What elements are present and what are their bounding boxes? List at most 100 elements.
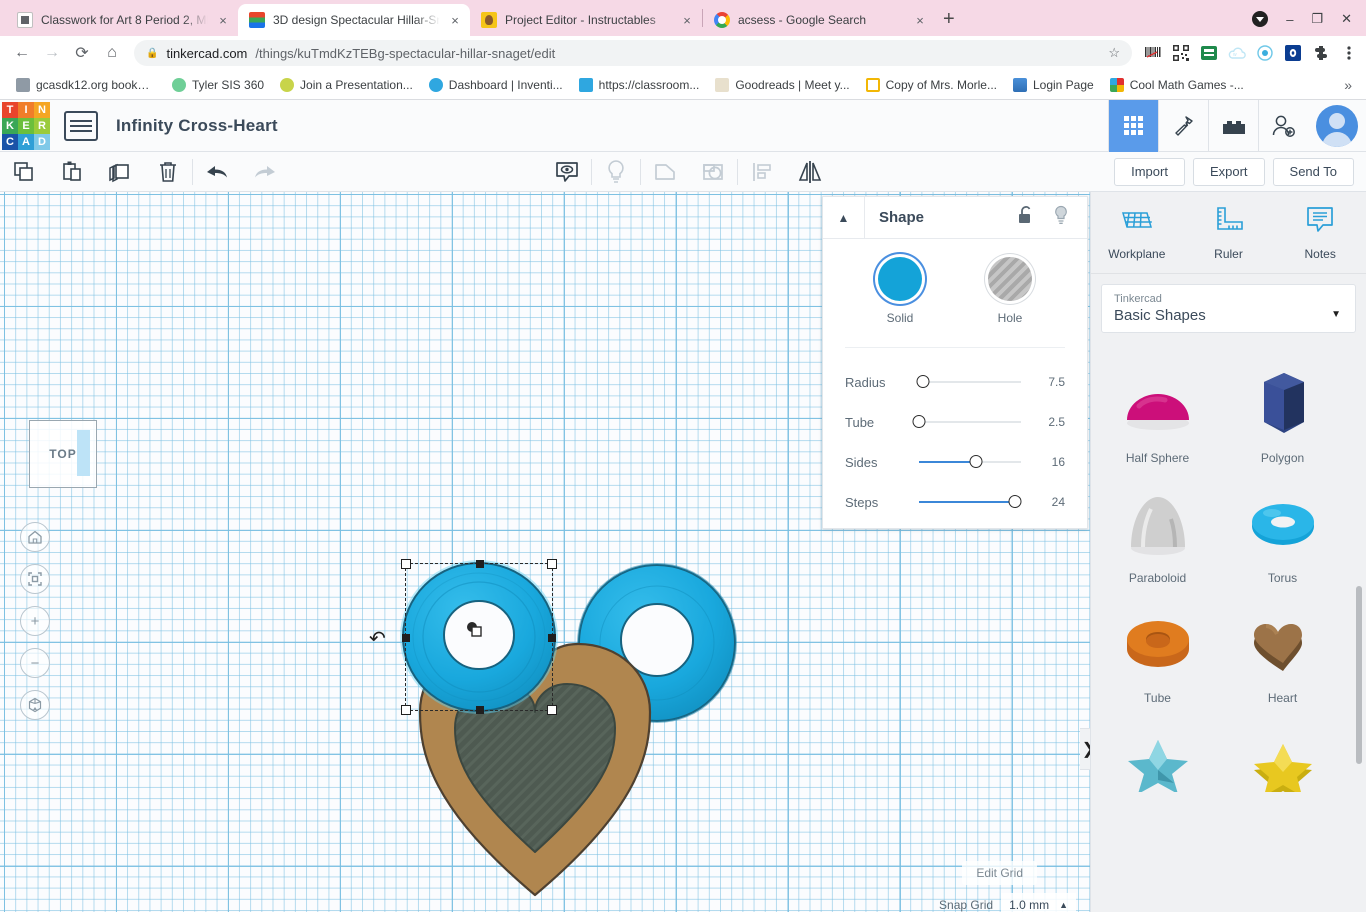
snap-grid-select[interactable]: 1.0 mm ▲ bbox=[1001, 893, 1076, 912]
light-bulb-icon[interactable] bbox=[1053, 205, 1069, 230]
bookmark-item[interactable]: https://classroom... bbox=[571, 75, 708, 95]
hole-mode[interactable]: Hole bbox=[988, 257, 1032, 325]
object-center-handle[interactable] bbox=[466, 621, 484, 639]
sidebar-item-notes[interactable]: Notes bbox=[1274, 192, 1366, 273]
tube-slider-knob[interactable] bbox=[913, 415, 926, 428]
qr-code-icon[interactable] bbox=[1172, 44, 1190, 62]
barcode-icon[interactable] bbox=[1144, 44, 1162, 62]
edit-grid-button[interactable]: Edit Grid bbox=[962, 861, 1037, 885]
steps-slider-knob[interactable] bbox=[1008, 495, 1021, 508]
tube-slider[interactable] bbox=[919, 421, 1021, 423]
tube-value[interactable]: 2.5 bbox=[1031, 415, 1065, 429]
steps-slider[interactable] bbox=[919, 501, 1021, 503]
align-icon[interactable] bbox=[738, 152, 786, 192]
resize-handle-tr[interactable] bbox=[547, 559, 557, 569]
design-canvas[interactable]: TOP + − bbox=[0, 192, 1090, 912]
resize-handle-br[interactable] bbox=[547, 705, 557, 715]
bookmark-item[interactable]: Goodreads | Meet y... bbox=[707, 75, 857, 95]
green-doc-icon[interactable] bbox=[1200, 44, 1218, 62]
minimize-button[interactable]: – bbox=[1286, 12, 1293, 27]
record-icon[interactable] bbox=[1256, 44, 1274, 62]
bookmark-item[interactable]: Tyler SIS 360 bbox=[164, 75, 272, 95]
cloud-icon[interactable]: w bbox=[1228, 44, 1246, 62]
ungroup-icon[interactable] bbox=[689, 152, 737, 192]
tab-close-icon[interactable]: × bbox=[216, 13, 230, 28]
export-button[interactable]: Export bbox=[1193, 158, 1265, 186]
shape-polygon[interactable]: Polygon bbox=[1220, 351, 1345, 471]
tab-close-icon[interactable]: × bbox=[448, 13, 462, 28]
new-tab-button[interactable]: + bbox=[943, 8, 955, 31]
project-list-icon[interactable] bbox=[64, 111, 98, 141]
grid-icon[interactable] bbox=[1108, 100, 1158, 152]
collapse-panel-button[interactable]: ▲ bbox=[823, 197, 865, 239]
show-hide-icon[interactable] bbox=[543, 152, 591, 192]
shape-tube[interactable]: Tube bbox=[1095, 591, 1220, 711]
rotate-handle[interactable]: ↷ bbox=[369, 626, 386, 651]
chevron-down-icon[interactable] bbox=[1252, 11, 1268, 27]
shape-star-teal[interactable] bbox=[1095, 711, 1220, 817]
back-button[interactable]: ← bbox=[8, 39, 36, 67]
avatar[interactable] bbox=[1316, 105, 1358, 147]
paste-icon[interactable] bbox=[48, 152, 96, 192]
bookmark-item[interactable]: Login Page bbox=[1005, 75, 1102, 95]
reload-button[interactable]: ⟳ bbox=[68, 39, 96, 67]
sidebar-item-ruler[interactable]: Ruler bbox=[1183, 192, 1275, 273]
sides-slider-knob[interactable] bbox=[970, 455, 983, 468]
sides-value[interactable]: 16 bbox=[1031, 455, 1065, 469]
resize-handle-bl[interactable] bbox=[401, 705, 411, 715]
address-bar[interactable]: 🔒 tinkercad.com/things/kuTmdKzTEBg-spect… bbox=[134, 40, 1132, 66]
add-user-icon[interactable] bbox=[1258, 100, 1308, 152]
home-button[interactable]: ⌂ bbox=[98, 39, 126, 67]
mirror-icon[interactable] bbox=[786, 152, 834, 192]
solid-mode[interactable]: Solid bbox=[878, 257, 922, 325]
bookmark-item[interactable]: Join a Presentation... bbox=[272, 75, 421, 95]
light-bulb-icon[interactable] bbox=[592, 152, 640, 192]
shape-torus[interactable]: Torus bbox=[1220, 471, 1345, 591]
hole-pattern-swatch[interactable] bbox=[988, 257, 1032, 301]
bookmark-item[interactable]: Copy of Mrs. Morle... bbox=[858, 75, 1005, 95]
resize-handle-left[interactable] bbox=[402, 634, 410, 642]
resize-handle-tl[interactable] bbox=[401, 559, 411, 569]
resize-handle-top[interactable] bbox=[476, 560, 484, 568]
bookmark-item[interactable]: Cool Math Games -... bbox=[1102, 75, 1252, 95]
browser-tab-1[interactable]: 3D design Spectacular Hillar-Sna × bbox=[238, 4, 470, 36]
undo-icon[interactable] bbox=[193, 152, 241, 192]
maximize-button[interactable]: ❐ bbox=[1311, 11, 1323, 27]
sidebar-scrollbar[interactable] bbox=[1356, 586, 1362, 764]
shape-library-dropdown[interactable]: Tinkercad Basic Shapes ▼ bbox=[1101, 284, 1356, 333]
sides-slider[interactable] bbox=[919, 461, 1021, 463]
sidebar-item-workplane[interactable]: Workplane bbox=[1091, 192, 1183, 273]
resize-handle-bottom[interactable] bbox=[476, 706, 484, 714]
shape-half-sphere[interactable]: Half Sphere bbox=[1095, 351, 1220, 471]
solid-color-swatch[interactable] bbox=[878, 257, 922, 301]
shape-heart[interactable]: Heart bbox=[1220, 591, 1345, 711]
expand-sidebar-button[interactable]: ❯ bbox=[1080, 728, 1090, 770]
browser-tab-3[interactable]: acsess - Google Search × bbox=[703, 4, 935, 36]
hammer-icon[interactable] bbox=[1158, 100, 1208, 152]
blue-app-icon[interactable] bbox=[1284, 44, 1302, 62]
close-window-button[interactable]: ✕ bbox=[1341, 11, 1352, 27]
unlock-icon[interactable] bbox=[1017, 205, 1035, 230]
blocks-icon[interactable] bbox=[1208, 100, 1258, 152]
delete-icon[interactable] bbox=[144, 152, 192, 192]
group-icon[interactable] bbox=[641, 152, 689, 192]
bookmark-item[interactable]: Dashboard | Inventi... bbox=[421, 75, 571, 95]
redo-icon[interactable] bbox=[241, 152, 289, 192]
steps-value[interactable]: 24 bbox=[1031, 495, 1065, 509]
kebab-menu-icon[interactable] bbox=[1340, 44, 1358, 62]
tab-close-icon[interactable]: × bbox=[680, 13, 694, 28]
bookmarks-overflow-button[interactable]: » bbox=[1344, 77, 1358, 93]
import-button[interactable]: Import bbox=[1114, 158, 1185, 186]
resize-handle-right[interactable] bbox=[548, 634, 556, 642]
browser-tab-2[interactable]: Project Editor - Instructables × bbox=[470, 4, 702, 36]
tinkercad-logo[interactable]: T I N K E R C A D bbox=[2, 102, 50, 150]
bookmark-item[interactable]: gcasdk12.org bookmarks bbox=[8, 75, 164, 95]
duplicate-icon[interactable] bbox=[96, 152, 144, 192]
browser-tab-0[interactable]: Classwork for Art 8 Period 2, MP × bbox=[6, 4, 238, 36]
radius-slider[interactable] bbox=[919, 381, 1021, 383]
radius-slider-knob[interactable] bbox=[917, 375, 930, 388]
copy-icon[interactable] bbox=[0, 152, 48, 192]
radius-value[interactable]: 7.5 bbox=[1031, 375, 1065, 389]
send-to-button[interactable]: Send To bbox=[1273, 158, 1354, 186]
shape-paraboloid[interactable]: Paraboloid bbox=[1095, 471, 1220, 591]
